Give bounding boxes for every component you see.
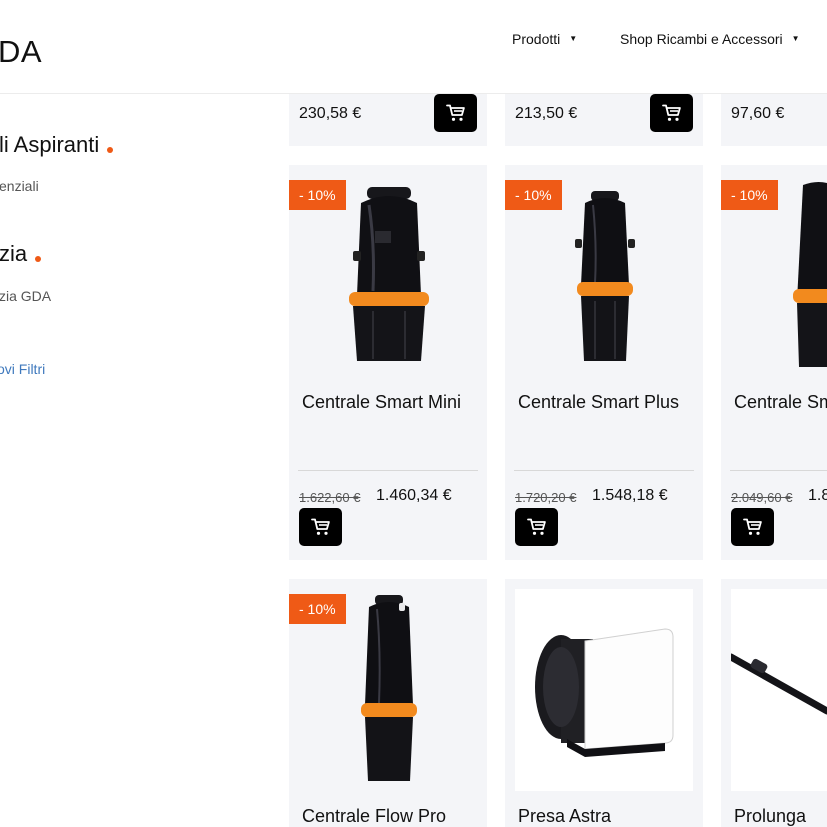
product-price: 97,60 € xyxy=(731,105,785,122)
product-name[interactable]: Centrale Sm xyxy=(734,392,827,413)
caret-down-icon: ▼ xyxy=(569,34,578,43)
product-card[interactable]: Presa Astra xyxy=(505,579,703,827)
page: DA Prodotti ▼ Shop Ricambi e Accessori ▼… xyxy=(0,0,827,827)
product-name[interactable]: Centrale Flow Pro xyxy=(302,806,482,827)
cart-icon xyxy=(445,104,466,122)
nav-prodotti-label: Prodotti xyxy=(512,31,561,47)
product-price: 1.8 xyxy=(808,487,827,504)
product-price: 213,50 € xyxy=(515,105,578,122)
filter-option-gda[interactable]: zia GDA xyxy=(0,288,51,304)
site-header: DA Prodotti ▼ Shop Ricambi e Accessori ▼ xyxy=(0,0,827,94)
product-card[interactable]: - 10% Centrale Flow Pro xyxy=(289,579,487,827)
old-price: 1.622,60 € xyxy=(299,490,361,505)
add-to-cart-button[interactable] xyxy=(299,508,342,546)
product-image[interactable] xyxy=(359,593,419,785)
divider xyxy=(730,470,827,471)
cart-icon xyxy=(742,518,763,536)
old-price: 1.720,20 € xyxy=(515,490,577,505)
product-name[interactable]: Presa Astra xyxy=(518,806,698,827)
cart-icon xyxy=(310,518,331,536)
product-image[interactable] xyxy=(515,589,693,791)
product-card[interactable]: - 10% Centrale Smart Plus 1.720,20 € 1.5… xyxy=(505,165,703,560)
product-image[interactable] xyxy=(573,189,637,365)
product-card[interactable]: - 10% Centrale Smart Mini 1.622,60 € 1.4… xyxy=(289,165,487,560)
product-image[interactable] xyxy=(731,589,827,791)
discount-badge: - 10% xyxy=(721,180,778,210)
filter-option-residenziali[interactable]: enziali xyxy=(0,178,39,194)
add-to-cart-button[interactable] xyxy=(650,94,693,132)
product-card[interactable]: 97,60 € xyxy=(721,90,827,146)
product-card[interactable]: - 10% Centrale Sm 2.049,60 € 1.8 xyxy=(721,165,827,560)
product-name[interactable]: Prolunga xyxy=(734,806,827,827)
caret-down-icon: ▼ xyxy=(791,34,800,43)
cart-icon xyxy=(526,518,547,536)
divider xyxy=(514,470,694,471)
discount-badge: - 10% xyxy=(289,594,346,624)
filter-section-title-linea: zia xyxy=(0,241,42,267)
product-card[interactable]: 230,58 € xyxy=(289,90,487,146)
discount-badge: - 10% xyxy=(289,180,346,210)
product-name[interactable]: Centrale Smart Plus xyxy=(518,392,688,413)
site-logo[interactable]: DA xyxy=(0,34,42,70)
product-name[interactable]: Centrale Smart Mini xyxy=(302,392,472,413)
filter-section-title-text: li Aspiranti xyxy=(0,132,100,157)
nav-shop-ricambi-label: Shop Ricambi e Accessori xyxy=(620,31,783,47)
reset-filters-link[interactable]: ovi Filtri xyxy=(0,361,45,377)
product-card[interactable]: Prolunga xyxy=(721,579,827,827)
product-image[interactable] xyxy=(339,185,439,365)
product-card[interactable]: 213,50 € xyxy=(505,90,703,146)
nav-prodotti[interactable]: Prodotti ▼ xyxy=(512,31,577,47)
filter-section-title-aspiranti: li Aspiranti xyxy=(0,132,114,158)
accent-dot xyxy=(107,147,114,153)
filter-section-title-text: zia xyxy=(0,241,28,266)
product-price: 1.460,34 € xyxy=(376,487,452,504)
accent-dot xyxy=(35,256,42,262)
old-price: 2.049,60 € xyxy=(731,490,793,505)
cart-icon xyxy=(661,104,682,122)
product-price: 1.548,18 € xyxy=(592,487,668,504)
product-image[interactable] xyxy=(793,181,827,371)
discount-badge: - 10% xyxy=(505,180,562,210)
product-price: 230,58 € xyxy=(299,105,362,122)
add-to-cart-button[interactable] xyxy=(515,508,558,546)
add-to-cart-button[interactable] xyxy=(731,508,774,546)
nav-shop-ricambi[interactable]: Shop Ricambi e Accessori ▼ xyxy=(620,31,800,47)
add-to-cart-button[interactable] xyxy=(434,94,477,132)
divider xyxy=(298,470,478,471)
